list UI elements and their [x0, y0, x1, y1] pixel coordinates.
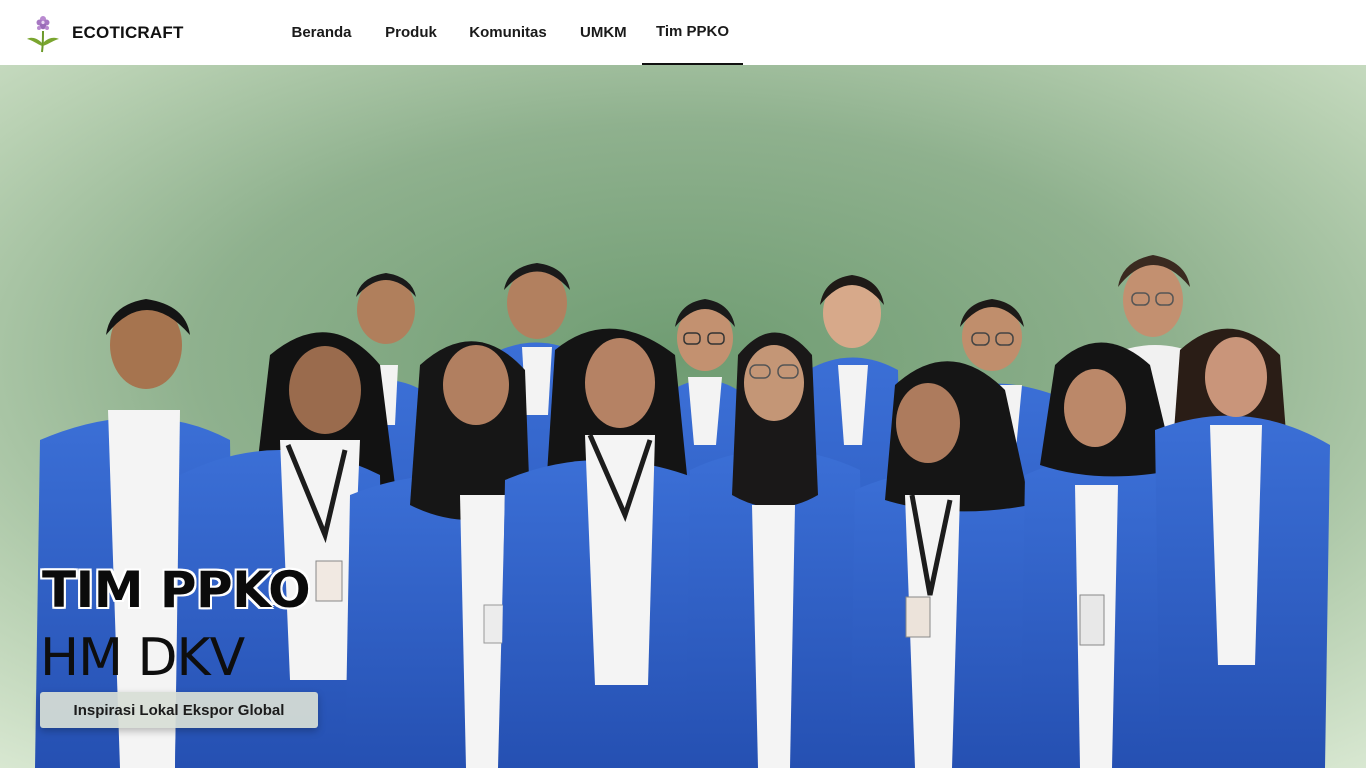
hero-subtitle: HM DKV — [40, 628, 245, 688]
nav-item-produk[interactable]: Produk — [385, 0, 437, 65]
brand-name: ECOTICRAFT — [72, 23, 184, 42]
nav-item-komunitas[interactable]: Komunitas — [468, 0, 548, 65]
nav-item-tim-ppko[interactable]: Tim PPKO — [642, 0, 743, 65]
orchid-flower-icon — [27, 16, 59, 53]
person-front-8 — [1155, 328, 1330, 768]
top-navbar: ECOTICRAFT Beranda Produk Komunitas UMKM… — [0, 0, 1366, 65]
tagline-badge: Inspirasi Lokal Ekspor Global — [40, 692, 318, 728]
hero-title: TIM PPKO — [42, 561, 311, 619]
hero-section: TIM PPKO HM DKV Inspirasi Lokal Ekspor G… — [0, 65, 1366, 768]
brand[interactable]: ECOTICRAFT — [26, 13, 184, 53]
nav-item-beranda[interactable]: Beranda — [290, 0, 353, 65]
nav-item-umkm[interactable]: UMKM — [580, 0, 627, 65]
